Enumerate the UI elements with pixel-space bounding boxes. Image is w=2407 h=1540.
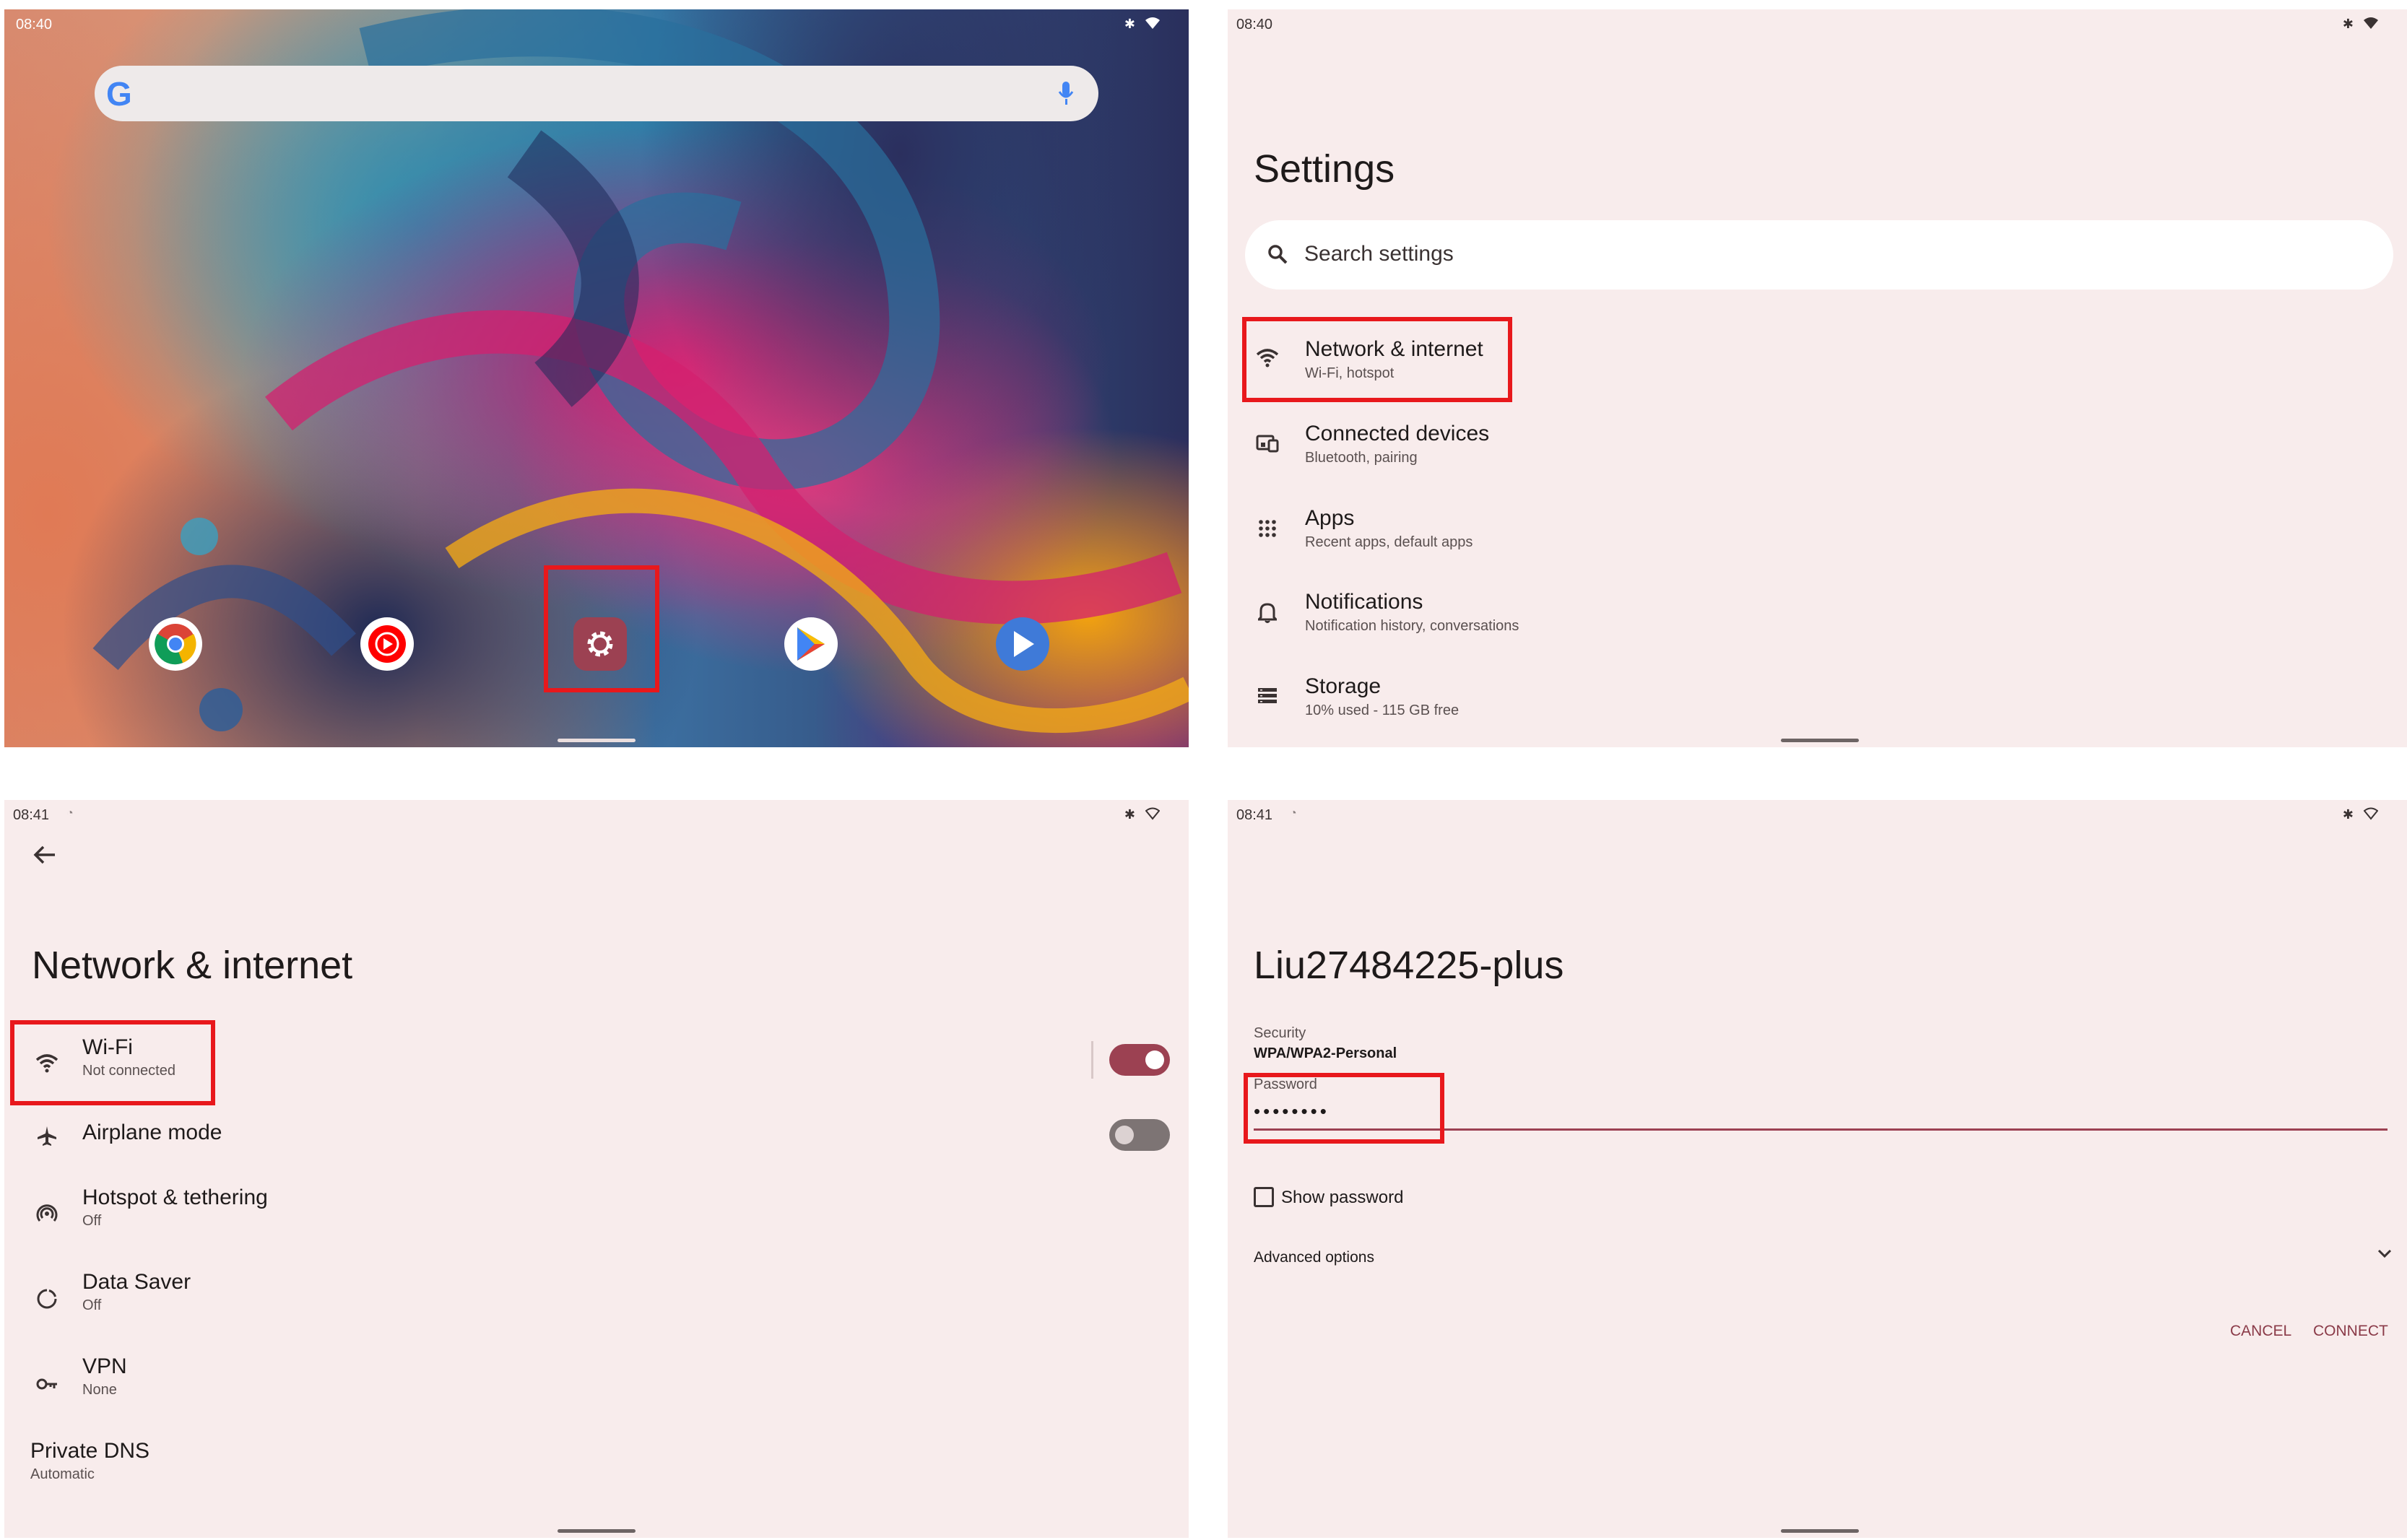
search-placeholder: Search settings (1304, 242, 1454, 266)
network-internet-panel: 08:41 ◔ ✱ Network & internet Wi-Fi Not c… (4, 800, 1189, 1538)
settings-panel: 08:40 ✱ Settings Search settings Network… (1228, 9, 2407, 747)
network-item-private-dns[interactable] (13, 1431, 1183, 1503)
wifi-status-icon (1145, 807, 1161, 824)
network-item-title: VPN (82, 1354, 127, 1378)
no-signal-icon: ◔ (1290, 807, 1297, 819)
gesture-nav-bar[interactable] (1781, 739, 1859, 742)
settings-item-title: Apps (1305, 506, 1355, 530)
status-time: 08:40 (1236, 17, 1273, 32)
toggle-knob (1145, 1050, 1164, 1069)
settings-item-subtitle: Bluetooth, pairing (1305, 450, 1418, 466)
network-item-subtitle: Automatic (30, 1466, 95, 1482)
highlight-network-item (1242, 317, 1512, 402)
connected-devices-icon (1255, 431, 1280, 456)
play-store-icon[interactable] (784, 617, 838, 671)
status-icons: ✱ (2342, 807, 2379, 824)
settings-item-subtitle: 10% used - 115 GB free (1305, 702, 1460, 718)
gesture-nav-bar[interactable] (558, 739, 636, 742)
settings-item-subtitle: Recent apps, default apps (1305, 534, 1473, 550)
page-title: Network & internet (32, 944, 353, 987)
settings-item-title: Connected devices (1305, 422, 1490, 445)
settings-search-bar[interactable]: Search settings (1245, 220, 2393, 290)
apps-grid-icon (1255, 516, 1280, 541)
no-signal-icon: ◔ (66, 807, 74, 819)
status-icons: ✱ (2343, 17, 2378, 33)
toggle-knob (1115, 1126, 1134, 1144)
wifi-toggle[interactable] (1109, 1044, 1170, 1076)
bell-icon (1255, 600, 1280, 625)
settings-item-storage[interactable] (1242, 665, 2390, 737)
storage-icon (1255, 684, 1280, 708)
network-item-title: Private DNS (30, 1439, 150, 1463)
bluetooth-icon: ✱ (1124, 807, 1135, 822)
highlight-password-field (1244, 1073, 1444, 1144)
home-screen-panel: 08:40 ✱ G (4, 9, 1189, 747)
network-item-subtitle: Off (82, 1297, 102, 1313)
airplane-icon (35, 1123, 59, 1148)
status-icons: ✱ (1124, 807, 1161, 824)
show-password-checkbox[interactable] (1254, 1187, 1274, 1207)
network-ssid-title: Liu27484225-plus (1254, 944, 1564, 987)
network-item-vpn[interactable] (13, 1347, 1183, 1419)
settings-item-subtitle: Notification history, conversations (1305, 618, 1519, 634)
youtube-music-icon[interactable] (360, 617, 414, 671)
chevron-down-icon[interactable] (2376, 1245, 2393, 1266)
settings-item-title: Notifications (1305, 590, 1423, 614)
data-saver-icon (35, 1287, 59, 1311)
microphone-icon[interactable] (1058, 80, 1074, 110)
bluetooth-icon: ✱ (2342, 807, 2354, 822)
page-title: Settings (1254, 147, 1395, 191)
vpn-key-icon (35, 1372, 59, 1396)
status-time: 08:41 (1236, 807, 1273, 823)
wifi-connect-panel: 08:41 ◔ ✱ Liu27484225-plus Security WPA/… (1228, 800, 2407, 1538)
google-logo: G (106, 75, 132, 113)
cancel-button[interactable]: CANCEL (2230, 1323, 2291, 1340)
gesture-nav-bar[interactable] (1781, 1529, 1859, 1533)
network-item-title: Hotspot & tethering (82, 1186, 268, 1209)
hotspot-icon (35, 1201, 59, 1226)
settings-item-apps[interactable] (1242, 497, 2390, 569)
security-value: WPA/WPA2-Personal (1254, 1045, 1397, 1061)
wifi-status-icon (2363, 807, 2379, 824)
bluetooth-icon: ✱ (2342, 17, 2354, 31)
show-password-label: Show password (1281, 1188, 1404, 1207)
gesture-nav-bar[interactable] (558, 1529, 636, 1533)
network-item-subtitle: None (82, 1382, 117, 1398)
play-video-icon[interactable] (996, 617, 1049, 671)
network-item-subtitle: Off (82, 1213, 102, 1229)
advanced-options-label: Advanced options (1254, 1249, 1374, 1266)
wifi-status-icon (2364, 17, 2378, 33)
highlight-wifi-item (10, 1020, 215, 1105)
security-label: Security (1254, 1025, 1306, 1041)
google-search-bar[interactable]: G (95, 66, 1098, 121)
airplane-toggle[interactable] (1109, 1119, 1170, 1151)
wifi-divider (1091, 1041, 1093, 1079)
connect-button[interactable]: CONNECT (2313, 1323, 2388, 1340)
search-icon (1267, 243, 1288, 269)
settings-item-title: Storage (1305, 674, 1382, 698)
status-time: 08:41 (13, 807, 50, 823)
back-arrow-icon[interactable] (33, 845, 56, 869)
network-item-title: Data Saver (82, 1270, 191, 1294)
chrome-icon[interactable] (149, 617, 202, 671)
network-item-title: Airplane mode (82, 1121, 222, 1144)
highlight-settings-app (544, 565, 659, 692)
